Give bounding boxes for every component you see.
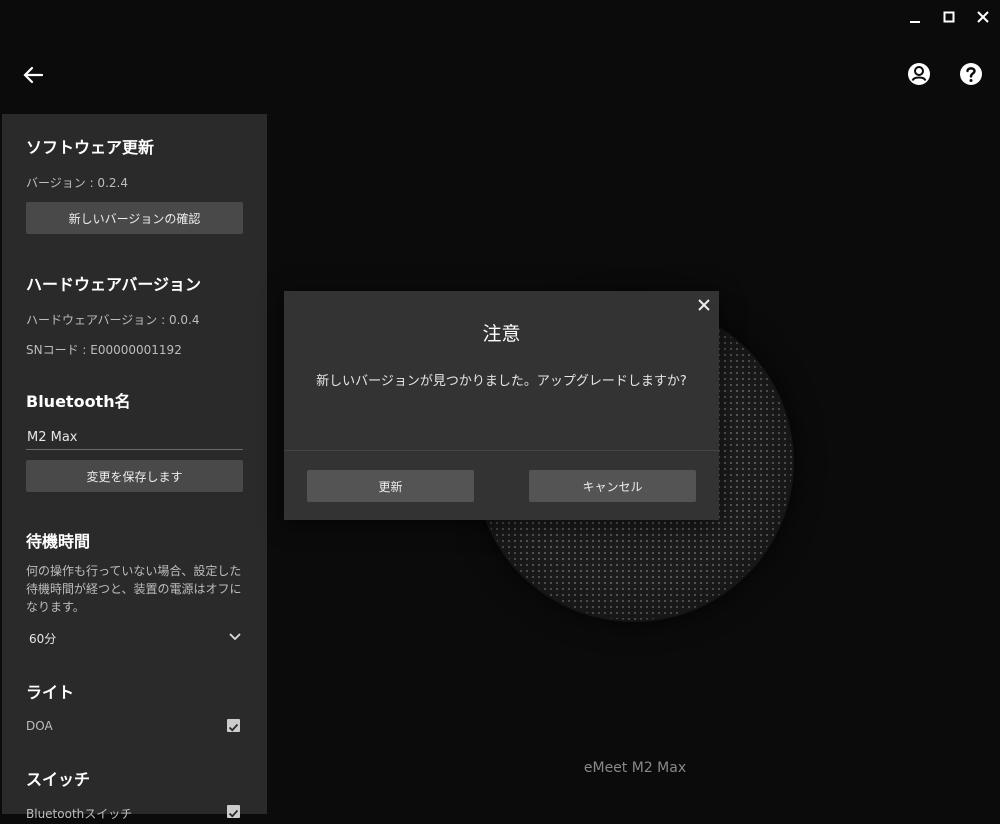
user-circle-icon [908,63,930,85]
minimize-button[interactable] [898,0,932,34]
bluetooth-name-field[interactable]: M2 Max [26,424,243,450]
software-update-title: ソフトウェア更新 [26,138,155,157]
dialog-close-button[interactable] [695,296,713,314]
close-icon [977,11,989,23]
maximize-icon [943,11,955,23]
light-title: ライト [26,683,75,702]
update-dialog: 注意 新しいバージョンが見つかりました。アップグレードしますか? 更新 キャンセ… [284,291,719,520]
chevron-down-icon [229,633,241,641]
close-icon [698,299,710,311]
sn-code: SNコード : E00000001192 [26,343,182,357]
dialog-title: 注意 [482,323,521,345]
help-button[interactable] [958,61,984,87]
doa-label: DOA [26,719,53,733]
dialog-divider [284,450,719,451]
device-name: eMeet M2 Max [583,760,687,776]
update-button[interactable]: 更新 [307,470,474,502]
bluetooth-name-title: Bluetooth名 [26,392,131,411]
standby-time-title: 待機時間 [26,532,91,551]
standby-description: 何の操作も行っていない場合、設定した待機時間が経つと、装置の電源はオフになります… [26,564,242,614]
settings-sidebar: ソフトウェア更新 バージョン : 0.2.4 新しいバージョンの確認 ハードウェ… [2,114,267,821]
dialog-message: 新しいバージョンが見つかりました。アップグレードしますか? [316,374,687,389]
arrow-left-icon [23,66,44,84]
maximize-button[interactable] [932,0,966,34]
bluetooth-switch-row: Bluetoothスイッチ [26,804,243,821]
switch-title: スイッチ [26,770,91,789]
standby-time-select[interactable]: 60分 [26,627,243,647]
standby-selected-value: 60分 [29,632,57,646]
checkmark-icon [228,723,239,732]
hardware-version: ハードウェアバージョン : 0.0.4 [26,313,200,327]
window-controls [898,0,1000,34]
software-version: バージョン : 0.2.4 [26,176,128,190]
minimize-icon [910,21,920,23]
bluetooth-switch-label: Bluetoothスイッチ [26,807,133,821]
bluetooth-name-value: M2 Max [27,430,78,445]
close-window-button[interactable] [966,0,1000,34]
hardware-version-title: ハードウェアバージョン [26,275,202,294]
bluetooth-switch-checkbox[interactable] [227,805,240,818]
cancel-button[interactable]: キャンセル [529,470,696,502]
account-button[interactable] [906,61,932,87]
back-button[interactable] [18,60,48,90]
save-changes-button[interactable]: 変更を保存します [26,460,243,492]
check-new-version-button[interactable]: 新しいバージョンの確認 [26,202,243,234]
doa-row: DOA [26,718,243,734]
help-circle-icon [960,63,982,85]
doa-checkbox[interactable] [227,719,240,732]
